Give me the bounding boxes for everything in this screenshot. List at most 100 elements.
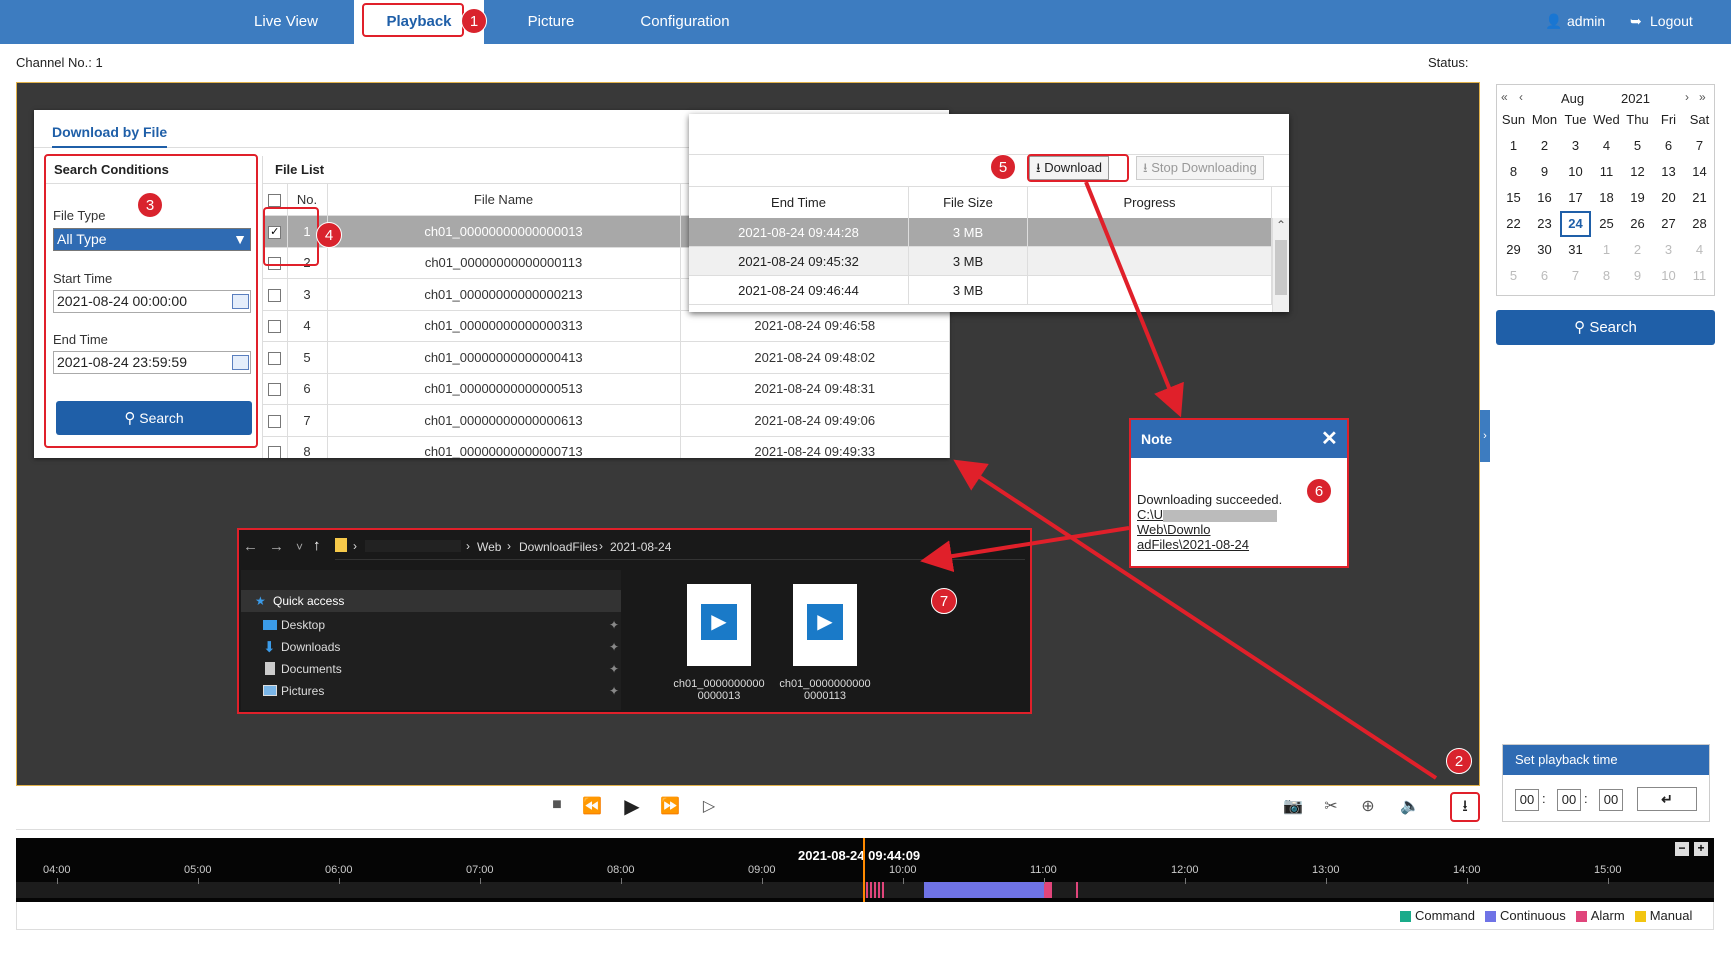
play-icon[interactable]: ▶ bbox=[620, 794, 644, 819]
calendar-day[interactable]: 22 bbox=[1498, 211, 1529, 237]
calendar-day[interactable]: 30 bbox=[1529, 237, 1560, 263]
calendar-day[interactable]: 5 bbox=[1622, 133, 1653, 159]
step-badge: 2 bbox=[1446, 748, 1472, 774]
prev-year-icon[interactable]: « bbox=[1501, 90, 1508, 104]
timeline-tick-label: 08:00 bbox=[607, 864, 635, 876]
alarm-segment bbox=[866, 882, 884, 898]
playback-controls bbox=[16, 786, 1480, 830]
zoom-icon[interactable]: ⊕ bbox=[1356, 796, 1380, 816]
calendar-day[interactable]: 27 bbox=[1653, 211, 1684, 237]
calendar-day[interactable]: 10 bbox=[1560, 159, 1591, 185]
playback-time-title: Set playback time bbox=[1503, 745, 1709, 775]
calendar-year[interactable]: 2021 bbox=[1621, 91, 1650, 106]
timeline-cursor[interactable] bbox=[863, 838, 865, 902]
calendar-day[interactable]: 16 bbox=[1529, 185, 1560, 211]
calendar-day[interactable]: 8 bbox=[1591, 263, 1622, 289]
zoom-in-icon[interactable]: + bbox=[1694, 842, 1708, 856]
calendar: « ‹ Aug 2021 › » Sun Mon Tue Wed Thu Fri Sat 1… bbox=[1496, 84, 1715, 296]
timeline-tick bbox=[621, 878, 622, 884]
calendar-day[interactable]: 3 bbox=[1653, 237, 1684, 263]
clip-icon[interactable]: ✂ bbox=[1319, 796, 1343, 816]
calendar-day[interactable]: 28 bbox=[1684, 211, 1715, 237]
calendar-day[interactable]: 11 bbox=[1591, 159, 1622, 185]
timeline-tick bbox=[339, 878, 340, 884]
calendar-day[interactable]: 3 bbox=[1560, 133, 1591, 159]
calendar-day[interactable]: 19 bbox=[1622, 185, 1653, 211]
calendar-day[interactable]: 23 bbox=[1529, 211, 1560, 237]
calendar-day[interactable]: 24 bbox=[1560, 211, 1591, 237]
next-year-icon[interactable]: » bbox=[1699, 90, 1706, 104]
timeline-current-time: 2021-08-24 09:44:09 bbox=[798, 848, 921, 863]
panel-toggle[interactable]: › bbox=[1480, 410, 1490, 462]
calendar-day[interactable]: 10 bbox=[1653, 263, 1684, 289]
calendar-day[interactable]: 12 bbox=[1622, 159, 1653, 185]
calendar-day[interactable]: 1 bbox=[1591, 237, 1622, 263]
calendar-day[interactable]: 8 bbox=[1498, 159, 1529, 185]
calendar-day[interactable]: 21 bbox=[1684, 185, 1715, 211]
hour-input[interactable]: 00 bbox=[1515, 789, 1539, 811]
calendar-day[interactable]: 1 bbox=[1498, 133, 1529, 159]
next-month-icon[interactable]: › bbox=[1685, 90, 1689, 104]
weekday-label: Mon bbox=[1531, 112, 1558, 127]
timeline-track[interactable] bbox=[16, 882, 1714, 898]
legend-label: Continuous bbox=[1499, 908, 1566, 923]
volume-icon[interactable]: 🔈 bbox=[1398, 796, 1422, 816]
calendar-day[interactable]: 13 bbox=[1653, 159, 1684, 185]
weekday-label: Fri bbox=[1660, 112, 1677, 127]
second-input[interactable]: 00 bbox=[1599, 789, 1623, 811]
calendar-day[interactable]: 6 bbox=[1653, 133, 1684, 159]
calendar-day[interactable]: 25 bbox=[1591, 211, 1622, 237]
calendar-day[interactable]: 7 bbox=[1560, 263, 1591, 289]
calendar-day[interactable]: 4 bbox=[1684, 237, 1715, 263]
calendar-day[interactable]: 17 bbox=[1560, 185, 1591, 211]
search-button-label: Search bbox=[1589, 319, 1637, 336]
single-frame-icon[interactable]: ▷ bbox=[697, 796, 721, 816]
minute-input[interactable]: 00 bbox=[1557, 789, 1581, 811]
legend-swatch bbox=[1575, 911, 1587, 923]
search-icon: ⚲ bbox=[1574, 319, 1586, 336]
prev-month-icon[interactable]: ‹ bbox=[1519, 90, 1523, 104]
calendar-day[interactable]: 2 bbox=[1622, 237, 1653, 263]
timeline-tick bbox=[903, 878, 904, 884]
arrow bbox=[953, 459, 1438, 780]
timeline-tick-label: 04:00 bbox=[43, 864, 71, 876]
enter-icon[interactable]: ↵ bbox=[1637, 787, 1697, 811]
download-icon[interactable]: ⭳ bbox=[1450, 792, 1480, 822]
search-button[interactable]: ⚲ Search bbox=[1496, 310, 1715, 345]
zoom-out-icon[interactable]: − bbox=[1675, 842, 1689, 856]
timeline-tick-label: 07:00 bbox=[466, 864, 494, 876]
fast-icon[interactable]: ⏩ bbox=[658, 796, 682, 816]
legend: Command Continuous Alarm Manual bbox=[1400, 908, 1692, 923]
calendar-day[interactable]: 18 bbox=[1591, 185, 1622, 211]
timeline-tick bbox=[57, 878, 58, 884]
calendar-day[interactable]: 26 bbox=[1622, 211, 1653, 237]
time-separator: : bbox=[1584, 791, 1588, 806]
calendar-month[interactable]: Aug bbox=[1561, 91, 1584, 106]
stop-icon[interactable]: ■ bbox=[545, 796, 569, 814]
calendar-day[interactable]: 4 bbox=[1591, 133, 1622, 159]
calendar-day[interactable]: 31 bbox=[1560, 237, 1591, 263]
calendar-day[interactable]: 14 bbox=[1684, 159, 1715, 185]
legend-swatch bbox=[1484, 911, 1496, 923]
calendar-day[interactable]: 15 bbox=[1498, 185, 1529, 211]
calendar-day[interactable]: 9 bbox=[1529, 159, 1560, 185]
continuous-segment bbox=[924, 882, 1044, 898]
calendar-day[interactable]: 7 bbox=[1684, 133, 1715, 159]
timeline-tick-label: 15:00 bbox=[1594, 864, 1622, 876]
playback-time-box: Set playback time 00 : 00 : 00 ↵ bbox=[1502, 744, 1710, 822]
calendar-day[interactable]: 9 bbox=[1622, 263, 1653, 289]
calendar-day[interactable]: 2 bbox=[1529, 133, 1560, 159]
calendar-day[interactable]: 5 bbox=[1498, 263, 1529, 289]
timeline-tick bbox=[480, 878, 481, 884]
calendar-day[interactable]: 11 bbox=[1684, 263, 1715, 289]
calendar-day[interactable]: 6 bbox=[1529, 263, 1560, 289]
legend-label: Alarm bbox=[1590, 908, 1625, 923]
slow-icon[interactable]: ⏪ bbox=[580, 796, 604, 816]
calendar-day[interactable]: 20 bbox=[1653, 185, 1684, 211]
timeline-tick bbox=[762, 878, 763, 884]
timeline-tick-label: 05:00 bbox=[184, 864, 212, 876]
calendar-day[interactable]: 29 bbox=[1498, 237, 1529, 263]
timeline-tick-label: 11:00 bbox=[1030, 864, 1057, 876]
weekday-label: Thu bbox=[1626, 112, 1649, 127]
camera-icon[interactable]: 📷 bbox=[1281, 796, 1305, 816]
